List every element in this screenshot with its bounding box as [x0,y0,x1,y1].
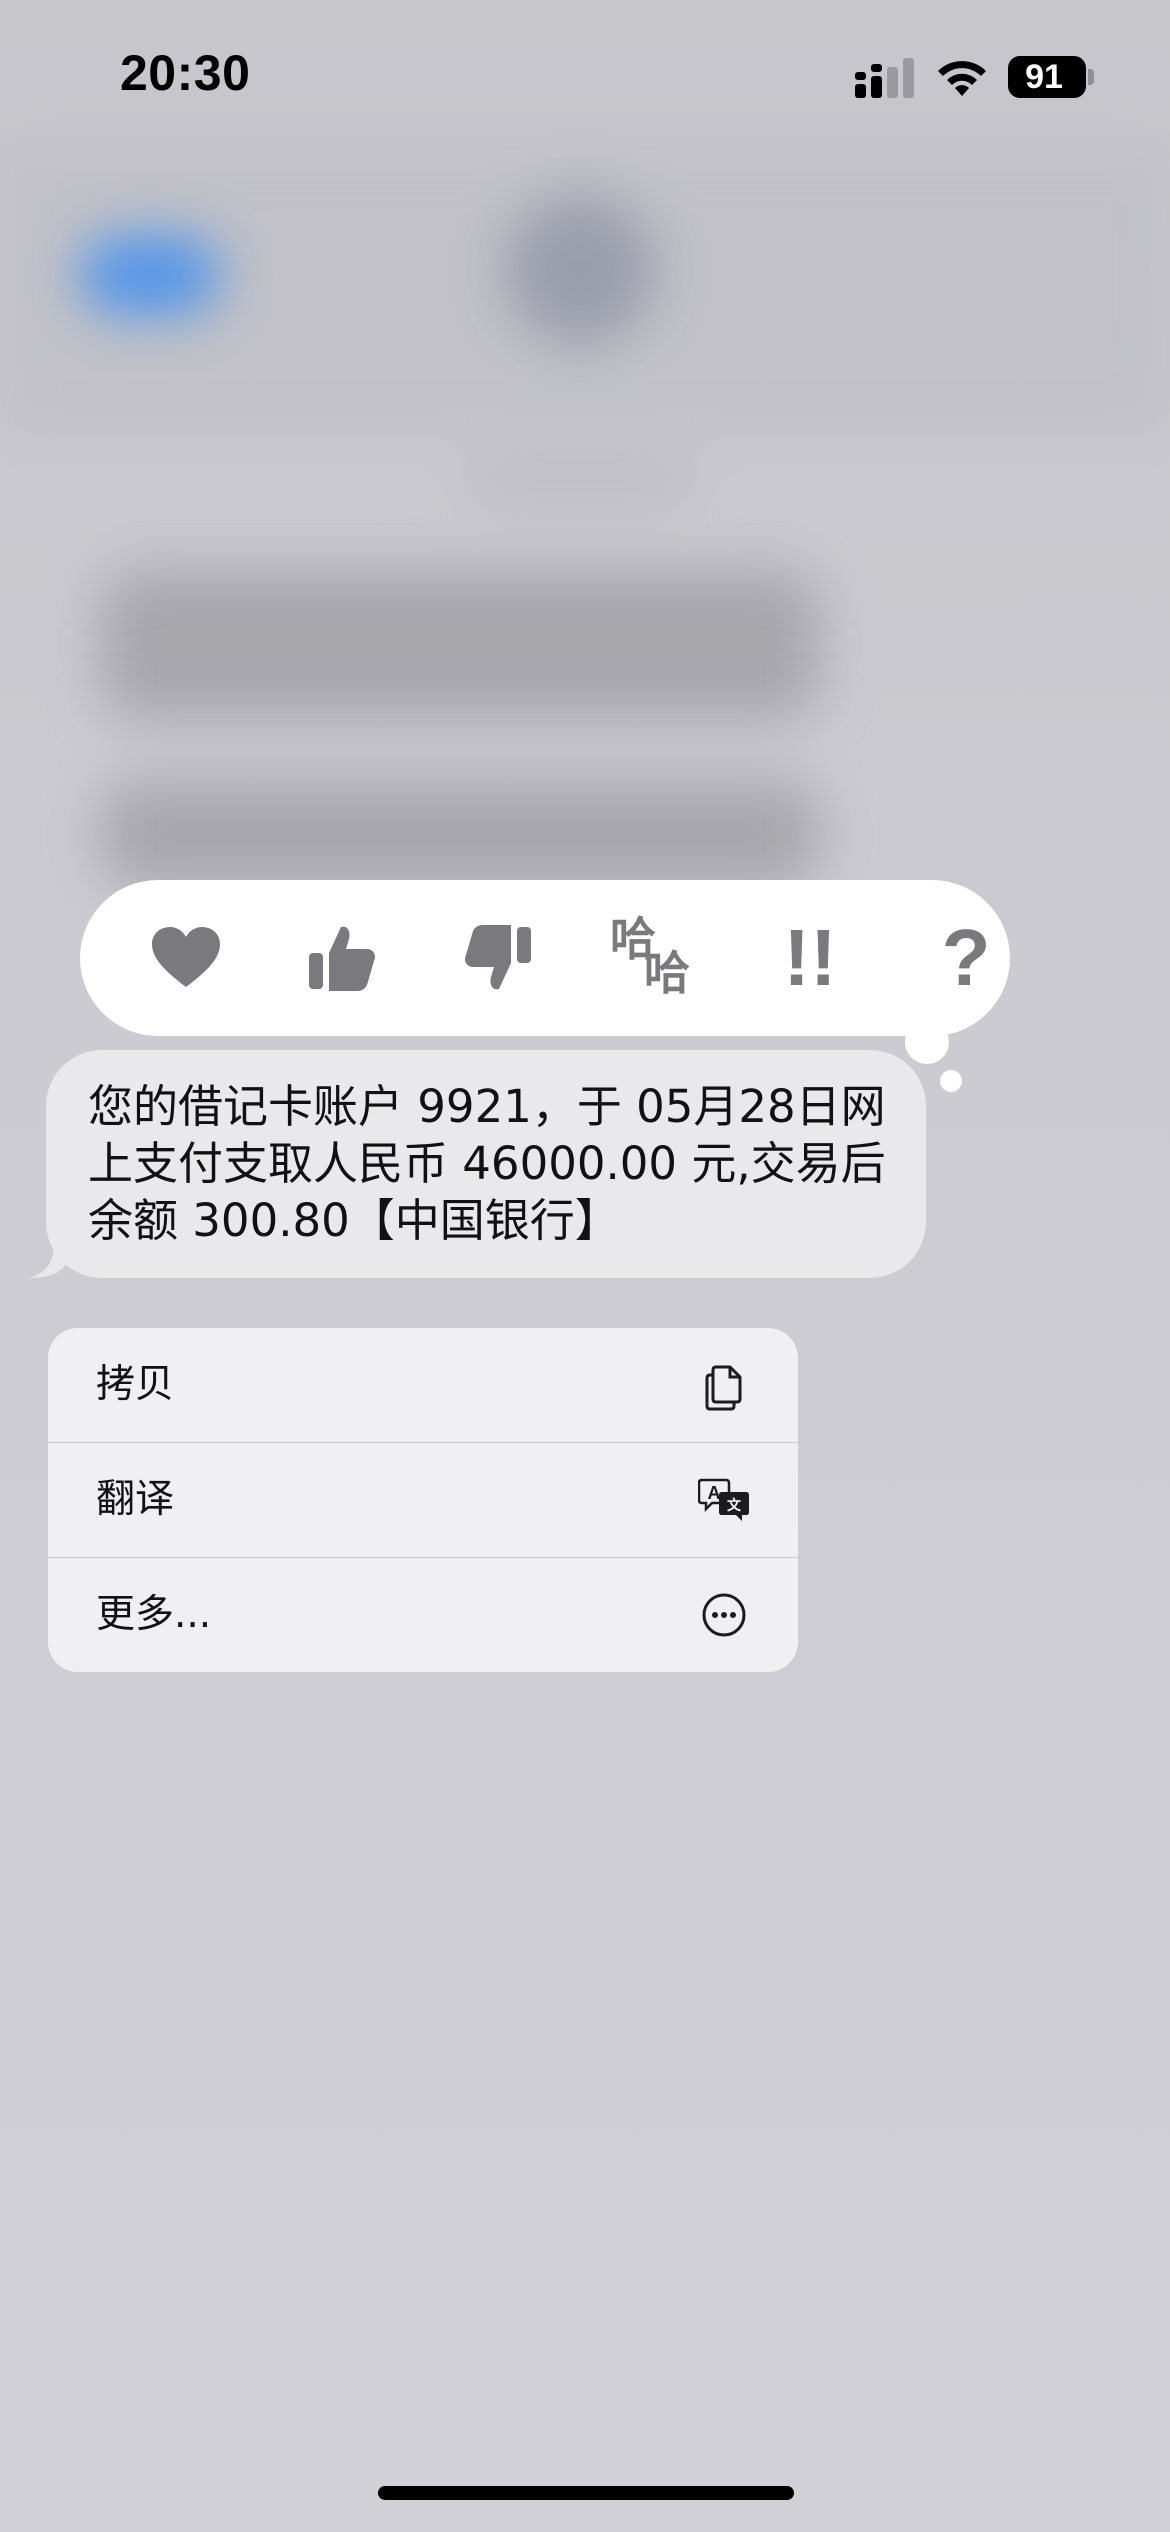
copy-icon [705,1365,742,1411]
battery-icon: 91 [1008,56,1094,98]
status-time: 20:30 [120,45,251,101]
tapback-tail [905,1020,949,1064]
translate-icon: A 文 [698,1478,749,1521]
question-glyph: ? [941,913,991,1002]
battery-cap [1088,69,1094,85]
message-line: 上支付支取人民币 46000.00 元,交易后 [88,1137,886,1190]
menu-item-copy[interactable]: 拷贝 [48,1328,798,1442]
question-mark-icon[interactable]: ? [918,910,1014,1006]
thumbs-up-icon[interactable] [294,910,390,1006]
tapback-reaction-bar: 哈 哈 !! ? [80,880,1010,1036]
blurred-contact-name [470,465,690,495]
blurred-message-bubble [100,780,820,890]
menu-item-label: 更多... [96,1592,212,1637]
message-line: 您的借记卡账户 9921，于 05月28日网 [88,1080,886,1133]
double-exclamation-icon[interactable]: !! [762,910,858,1006]
wifi-icon [938,61,986,96]
message-text: 您的借记卡账户 9921，于 05月28日网 上支付支取人民币 46000.00… [88,1078,898,1249]
cellular-signal-icon [855,58,914,98]
menu-item-translate[interactable]: 翻译 A 文 [48,1443,798,1557]
heart-icon[interactable] [138,910,234,1006]
svg-text:文: 文 [727,1497,742,1514]
battery-percent: 91 [1025,58,1063,96]
menu-divider [48,1442,798,1443]
menu-item-label: 拷贝 [96,1362,175,1407]
blurred-message-bubble [100,570,820,720]
blurred-back-button [80,235,220,315]
message-line: 余额 300.80【中国银行】 [88,1194,620,1247]
svg-text:A: A [708,1483,721,1503]
ellipsis-circle-icon [702,1593,746,1637]
tapback-tail [940,1070,962,1092]
message-bubble-tail [30,1220,70,1278]
context-menu: 拷贝 翻译 A 文 更多... [48,1328,798,1672]
thumbs-down-icon[interactable] [450,910,546,1006]
haha-icon[interactable]: 哈 哈 [606,910,702,1006]
menu-item-label: 翻译 [96,1477,175,1522]
menu-divider [48,1557,798,1558]
emphasize-glyph: !! [783,913,837,1002]
blurred-contact-avatar [505,195,655,345]
home-indicator[interactable] [378,2486,794,2500]
status-bar: 20:30 91 [0,0,1170,150]
menu-item-more[interactable]: 更多... [48,1558,798,1672]
haha-glyph: 哈 [644,947,690,999]
